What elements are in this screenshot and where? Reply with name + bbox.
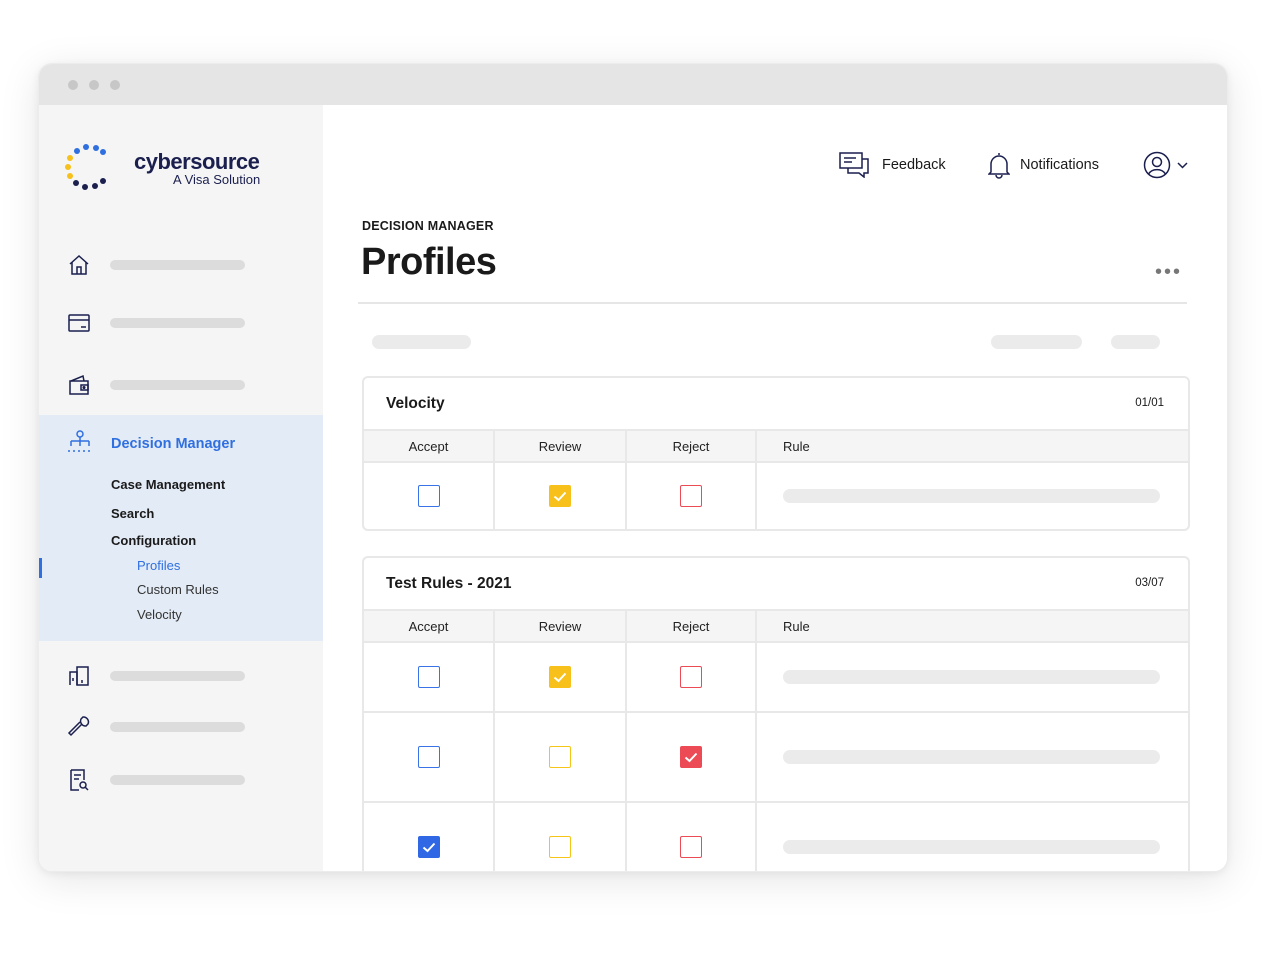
window-close-dot[interactable] xyxy=(68,80,78,90)
sidebar-item-card[interactable] xyxy=(39,303,323,343)
sidebar-item-placeholder xyxy=(110,722,245,732)
card-header: Velocity 01/01 xyxy=(364,378,1188,431)
sidebar-item-wallet[interactable] xyxy=(39,365,323,405)
checkmark-icon xyxy=(422,842,436,853)
review-checkbox[interactable] xyxy=(549,836,571,858)
sidebar-item-placeholder xyxy=(110,671,245,681)
table-row xyxy=(364,803,1188,871)
checkmark-icon xyxy=(553,672,567,683)
report-search-icon xyxy=(67,768,93,792)
cybersource-logo-icon xyxy=(63,143,109,198)
column-header-rule: Rule xyxy=(783,438,810,454)
reject-checkbox[interactable] xyxy=(680,666,702,688)
column-header-review: Review xyxy=(495,431,627,461)
review-checkbox[interactable] xyxy=(549,666,571,688)
sidebar-item-placeholder xyxy=(110,318,245,328)
card-title: Test Rules - 2021 xyxy=(386,575,512,592)
sidebar-item-profiles[interactable]: Profiles xyxy=(137,558,180,573)
sidebar-group-decision-manager: Decision Manager Case Management Search … xyxy=(39,415,323,641)
rule-placeholder xyxy=(783,670,1160,684)
accept-checkbox[interactable] xyxy=(417,836,440,858)
column-header-rule: Rule xyxy=(783,618,810,634)
chevron-down-icon xyxy=(1177,161,1188,169)
org-chart-icon xyxy=(67,429,93,453)
rule-placeholder xyxy=(783,489,1160,503)
checkmark-icon xyxy=(553,491,567,502)
feedback-icon xyxy=(839,152,869,178)
page-title: Profiles xyxy=(361,241,497,283)
sidebar-item-decision-manager[interactable]: Decision Manager xyxy=(111,436,235,452)
notifications-button[interactable]: Notifications xyxy=(988,145,1099,185)
filter-placeholder xyxy=(372,335,471,349)
sidebar: cybersource A Visa Solution Decision Man… xyxy=(39,105,323,871)
feedback-button[interactable]: Feedback xyxy=(839,145,946,185)
window-maximize-dot[interactable] xyxy=(110,80,120,90)
sidebar-item-velocity[interactable]: Velocity xyxy=(137,607,182,622)
profile-card-test-rules: Test Rules - 2021 03/07 Accept Review Re… xyxy=(362,556,1190,871)
main-content: Feedback Notifications DECISION MANAGER … xyxy=(323,105,1227,871)
checkmark-icon xyxy=(684,752,698,763)
active-indicator xyxy=(39,558,42,578)
notifications-label: Notifications xyxy=(1020,157,1099,173)
brand-tagline: A Visa Solution xyxy=(173,172,261,187)
rule-placeholder xyxy=(783,750,1160,764)
sidebar-item-configuration[interactable]: Configuration xyxy=(111,533,196,548)
profile-card-velocity: Velocity 01/01 Accept Review Reject Rule xyxy=(362,376,1190,531)
bell-icon xyxy=(988,151,1010,179)
column-header-reject: Reject xyxy=(627,611,757,641)
sidebar-item-home[interactable] xyxy=(39,245,323,285)
user-menu-button[interactable] xyxy=(1143,145,1188,185)
accept-checkbox[interactable] xyxy=(417,746,440,768)
sidebar-item-placeholder xyxy=(110,260,245,270)
building-icon xyxy=(67,664,93,688)
column-header-reject: Reject xyxy=(627,431,757,461)
user-circle-icon xyxy=(1143,151,1171,179)
reject-checkbox[interactable] xyxy=(680,485,702,507)
reject-checkbox[interactable] xyxy=(680,836,702,858)
wrench-icon xyxy=(67,715,93,739)
sidebar-item-placeholder xyxy=(110,380,245,390)
action-placeholder xyxy=(991,335,1082,349)
sidebar-item-tools[interactable] xyxy=(39,707,323,747)
sidebar-item-building[interactable] xyxy=(39,656,323,696)
sidebar-item-search[interactable]: Search xyxy=(111,506,154,521)
column-header-review: Review xyxy=(495,611,627,641)
table-row xyxy=(364,713,1188,803)
more-options-icon[interactable]: ••• xyxy=(1155,261,1182,284)
title-divider xyxy=(358,302,1187,304)
column-header-accept: Accept xyxy=(364,611,495,641)
review-checkbox[interactable] xyxy=(549,746,571,768)
table-header-row: Accept Review Reject Rule xyxy=(364,431,1188,463)
app-window: cybersource A Visa Solution Decision Man… xyxy=(38,63,1228,872)
table-header-row: Accept Review Reject Rule xyxy=(364,611,1188,643)
rule-placeholder xyxy=(783,840,1160,854)
home-icon xyxy=(67,253,93,277)
card-count: 01/01 xyxy=(1135,397,1164,409)
window-titlebar xyxy=(39,64,1227,105)
action-placeholder xyxy=(1111,335,1160,349)
accept-checkbox[interactable] xyxy=(417,666,440,688)
review-checkbox[interactable] xyxy=(549,485,571,507)
sidebar-item-case-management[interactable]: Case Management xyxy=(111,477,225,492)
feedback-label: Feedback xyxy=(882,157,946,173)
sidebar-item-custom-rules[interactable]: Custom Rules xyxy=(137,582,219,597)
window-minimize-dot[interactable] xyxy=(89,80,99,90)
sidebar-item-placeholder xyxy=(110,775,245,785)
reject-checkbox[interactable] xyxy=(680,746,702,768)
card-icon xyxy=(67,311,93,335)
wallet-icon xyxy=(67,373,93,397)
table-row xyxy=(364,643,1188,713)
column-header-accept: Accept xyxy=(364,431,495,461)
card-header: Test Rules - 2021 03/07 xyxy=(364,558,1188,611)
card-title: Velocity xyxy=(386,395,445,412)
sidebar-item-reports[interactable] xyxy=(39,760,323,800)
accept-checkbox[interactable] xyxy=(417,485,440,507)
breadcrumb[interactable]: DECISION MANAGER xyxy=(362,219,494,233)
card-count: 03/07 xyxy=(1135,577,1164,589)
table-row xyxy=(364,463,1188,529)
